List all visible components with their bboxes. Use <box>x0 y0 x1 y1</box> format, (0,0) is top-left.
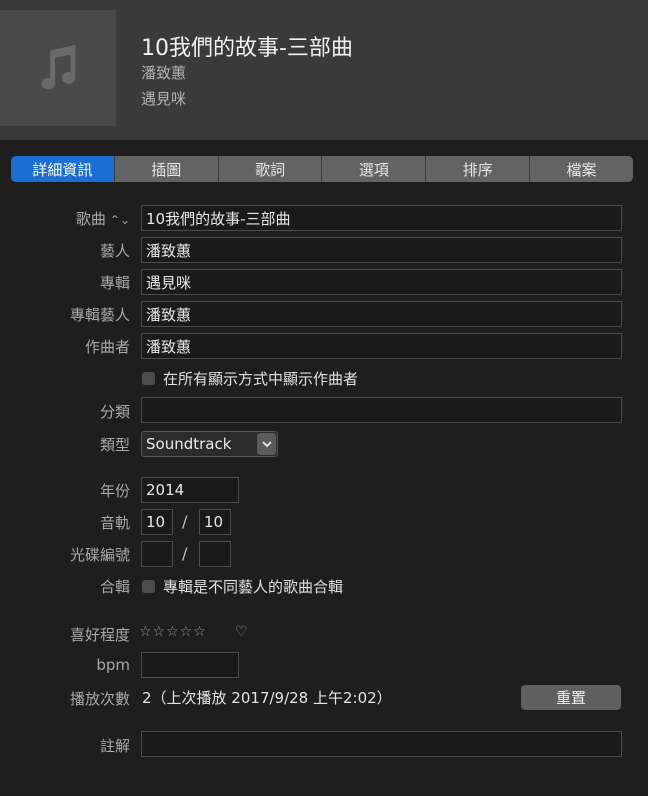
song-field[interactable]: 10我們的故事-三部曲 <box>141 205 622 231</box>
comments-label: 註解 <box>99 737 130 755</box>
grouping-label: 分類 <box>99 403 130 421</box>
track-number-field[interactable]: 10 <box>141 509 173 535</box>
compilation-checkbox[interactable] <box>142 580 155 593</box>
plays-label: 播放次數 <box>69 690 130 708</box>
artist-label: 藝人 <box>99 242 130 260</box>
tab-file[interactable]: 檔案 <box>529 156 633 182</box>
composer-label: 作曲者 <box>84 338 130 356</box>
compilation-label: 合輯 <box>99 578 130 596</box>
song-album: 遇見咪 <box>141 90 187 108</box>
rating-label: 喜好程度 <box>69 626 130 644</box>
year-label: 年份 <box>99 482 130 500</box>
track-separator: / <box>182 512 188 531</box>
tab-lyrics[interactable]: 歌詞 <box>217 156 322 182</box>
song-title: 10我們的故事-三部曲 <box>141 36 353 61</box>
album-artist-label: 專輯藝人 <box>69 306 130 324</box>
disc-count-field[interactable] <box>199 541 231 567</box>
tab-options[interactable]: 選項 <box>321 156 426 182</box>
artist-field[interactable]: 潘致蕙 <box>141 237 622 263</box>
album-artwork[interactable] <box>0 10 116 126</box>
genre-label: 類型 <box>99 436 130 454</box>
bpm-field[interactable] <box>141 652 239 678</box>
tab-sorting[interactable]: 排序 <box>425 156 530 182</box>
album-artist-field[interactable]: 潘致蕙 <box>141 301 622 327</box>
song-label-text: 歌曲 <box>75 210 106 228</box>
tab-bar: 詳細資訊 插圖 歌詞 選項 排序 檔案 <box>11 156 633 182</box>
track-count-field[interactable]: 10 <box>199 509 231 535</box>
genre-value: Soundtrack <box>146 435 232 453</box>
show-composer-checkbox[interactable] <box>142 372 155 385</box>
song-artist: 潘致蕙 <box>141 64 187 82</box>
heart-icon[interactable]: ♡ <box>235 624 248 640</box>
sort-arrows-icon[interactable]: ⌃⌄ <box>110 213 130 227</box>
bpm-label: bpm <box>96 656 130 674</box>
comments-field[interactable] <box>141 731 622 757</box>
show-composer-text: 在所有顯示方式中顯示作曲者 <box>163 370 359 388</box>
song-label: 歌曲 ⌃⌄ <box>12 208 130 229</box>
compilation-text: 專輯是不同藝人的歌曲合輯 <box>163 578 344 596</box>
header: 10我們的故事-三部曲 潘致蕙 遇見咪 <box>0 0 648 140</box>
grouping-field[interactable] <box>141 397 622 423</box>
tab-details[interactable]: 詳細資訊 <box>11 156 114 182</box>
disc-number-field[interactable] <box>141 541 173 567</box>
tab-artwork[interactable]: 插圖 <box>113 156 218 182</box>
year-field[interactable]: 2014 <box>141 477 239 503</box>
reset-button[interactable]: 重置 <box>521 685 621 710</box>
track-label: 音軌 <box>99 514 130 532</box>
rating-stars[interactable]: ☆☆☆☆☆ <box>139 624 207 640</box>
plays-value: 2（上次播放 2017/9/28 上午2:02） <box>142 689 392 707</box>
chevron-down-icon[interactable] <box>257 433 276 455</box>
album-label: 專輯 <box>99 274 130 292</box>
disc-label: 光碟編號 <box>69 546 130 564</box>
composer-field[interactable]: 潘致蕙 <box>141 333 622 359</box>
genre-select[interactable]: Soundtrack <box>141 431 278 457</box>
disc-separator: / <box>182 544 188 563</box>
album-field[interactable]: 遇見咪 <box>141 269 622 295</box>
music-note-icon <box>41 44 76 90</box>
